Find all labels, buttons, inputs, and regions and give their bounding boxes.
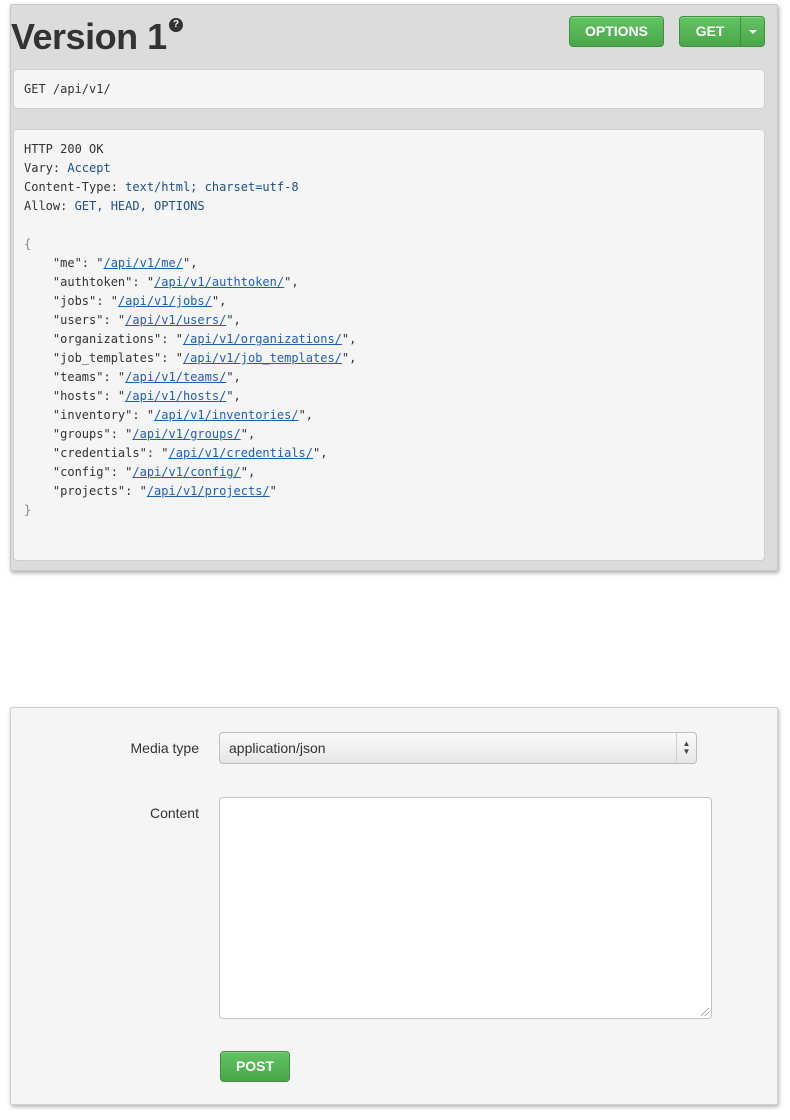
json-entry: "credentials": "/api/v1/credentials/", <box>24 446 328 460</box>
api-endpoint-link[interactable]: /api/v1/job_templates/ <box>183 351 342 365</box>
request-text: GET /api/v1/ <box>24 82 111 96</box>
header-name: Allow <box>24 199 61 213</box>
status-line: HTTP 200 OK <box>24 142 104 156</box>
json-entry: "authtoken": "/api/v1/authtoken/", <box>24 275 299 289</box>
options-button[interactable]: OPTIONS <box>569 16 664 47</box>
json-key: inventory <box>60 408 126 422</box>
json-entry: "organizations": "/api/v1/organizations/… <box>24 332 357 346</box>
select-arrows-icon: ▲ ▼ <box>676 733 696 763</box>
json-entry: "projects": "/api/v1/projects/" <box>24 484 277 498</box>
json-key: jobs <box>60 294 90 308</box>
json-key: organizations <box>60 332 155 346</box>
api-endpoint-link[interactable]: /api/v1/me/ <box>103 256 182 270</box>
api-endpoint-link[interactable]: /api/v1/users/ <box>125 313 226 327</box>
get-button[interactable]: GET <box>679 16 741 47</box>
json-key: me <box>60 256 75 270</box>
json-entry: "inventory": "/api/v1/inventories/", <box>24 408 314 422</box>
json-entry: "groups": "/api/v1/groups/", <box>24 427 256 441</box>
header-value: Accept <box>67 161 111 175</box>
get-format-dropdown-button[interactable] <box>740 16 765 47</box>
header-value: text/html; charset=utf-8 <box>125 180 299 194</box>
api-endpoint-link[interactable]: /api/v1/organizations/ <box>183 332 342 346</box>
help-icon[interactable]: ? <box>169 18 183 32</box>
json-key: credentials <box>60 446 140 460</box>
api-endpoint-link[interactable]: /api/v1/authtoken/ <box>154 275 284 289</box>
api-endpoint-link[interactable]: /api/v1/inventories/ <box>154 408 299 422</box>
api-endpoint-link[interactable]: /api/v1/projects/ <box>147 484 270 498</box>
response-body: HTTP 200 OK Vary: Accept Content-Type: te… <box>13 129 765 561</box>
page-title-text: Version 1 <box>11 16 167 57</box>
api-endpoint-link[interactable]: /api/v1/teams/ <box>125 370 226 384</box>
api-endpoint-link[interactable]: /api/v1/hosts/ <box>125 389 226 403</box>
request-line: GET /api/v1/ <box>13 69 765 109</box>
json-entry: "jobs": "/api/v1/jobs/", <box>24 294 227 308</box>
header-name: Content-Type <box>24 180 111 194</box>
media-type-value: application/json <box>229 740 326 756</box>
content-textarea[interactable] <box>219 797 712 1019</box>
caret-down-icon <box>749 30 757 34</box>
response-header: Allow: GET, HEAD, OPTIONS <box>24 199 205 213</box>
api-endpoint-link[interactable]: /api/v1/jobs/ <box>118 294 212 308</box>
header-value: GET, HEAD, OPTIONS <box>74 199 205 213</box>
api-endpoint-link[interactable]: /api/v1/config/ <box>132 465 240 479</box>
json-key: users <box>60 313 97 327</box>
content-label: Content <box>149 805 199 821</box>
media-type-select[interactable]: application/json ▲ ▼ <box>219 732 697 764</box>
json-entry: "job_templates": "/api/v1/job_templates/… <box>24 351 357 365</box>
json-key: hosts <box>60 389 97 403</box>
json-entry: "teams": "/api/v1/teams/", <box>24 370 241 384</box>
resize-handle-icon[interactable] <box>701 1008 709 1016</box>
response-headers: Vary: Accept Content-Type: text/html; cha… <box>24 159 754 216</box>
json-key: authtoken <box>60 275 126 289</box>
json-key: config <box>60 465 104 479</box>
page-title: Version 1 <box>11 17 167 57</box>
json-key: teams <box>60 370 97 384</box>
api-endpoint-link[interactable]: /api/v1/credentials/ <box>169 446 314 460</box>
json-entry: "config": "/api/v1/config/", <box>24 465 256 479</box>
request-form-panel: Media type application/json ▲ ▼ Content P… <box>10 707 778 1105</box>
api-endpoint-link[interactable]: /api/v1/groups/ <box>132 427 240 441</box>
json-entry: "me": "/api/v1/me/", <box>24 256 198 270</box>
post-button[interactable]: POST <box>220 1051 290 1082</box>
json-entry: "users": "/api/v1/users/", <box>24 313 241 327</box>
json-entry: "hosts": "/api/v1/hosts/", <box>24 389 241 403</box>
json-close-brace: } <box>24 503 32 517</box>
json-entries: "me": "/api/v1/me/", "authtoken": "/api/… <box>24 254 754 501</box>
json-key: job_templates <box>60 351 155 365</box>
response-header: Content-Type: text/html; charset=utf-8 <box>24 180 299 194</box>
json-key: groups <box>60 427 104 441</box>
json-open-brace: { <box>24 237 32 251</box>
json-key: projects <box>60 484 118 498</box>
response-header: Vary: Accept <box>24 161 111 175</box>
api-response-panel: Version 1 ? OPTIONS GET GET /api/v1/ HTT… <box>10 4 778 571</box>
media-type-label: Media type <box>130 740 199 756</box>
header-name: Vary <box>24 161 53 175</box>
